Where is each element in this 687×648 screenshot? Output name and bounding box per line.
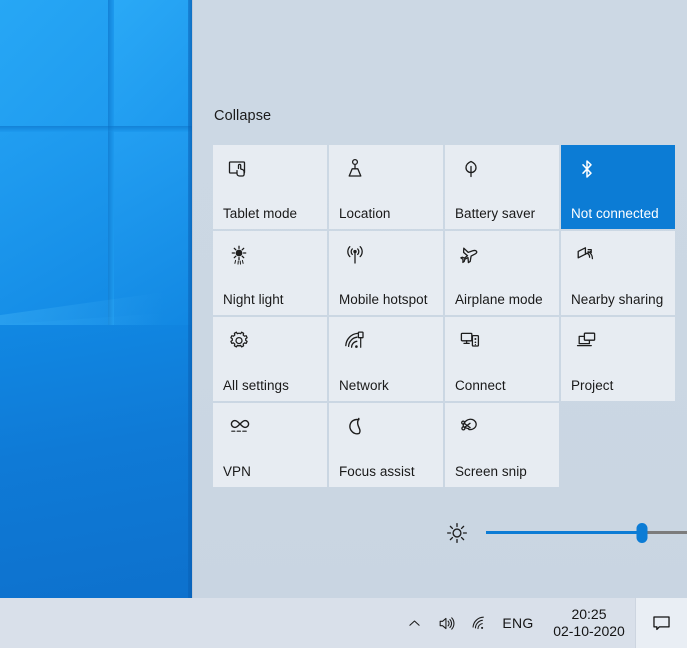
language-indicator[interactable]: ENG	[497, 598, 539, 648]
gear-icon	[227, 329, 251, 353]
quick-action-label: Battery saver	[455, 206, 555, 221]
bluetooth-icon	[575, 157, 599, 181]
project-icon	[575, 329, 599, 353]
quick-action-label: Night light	[223, 292, 323, 307]
clock[interactable]: 20:25 02-10-2020	[543, 606, 635, 640]
desktop-screen: Collapse Tablet mode	[0, 0, 687, 648]
quick-actions-grid: Tablet mode Location	[213, 145, 669, 487]
quick-action-bluetooth[interactable]: Not connected	[561, 145, 675, 229]
quick-action-label: Connect	[455, 378, 555, 393]
speaker-icon[interactable]	[429, 598, 463, 648]
quick-action-label: Focus assist	[339, 464, 439, 479]
quick-action-battery-saver[interactable]: Battery saver	[445, 145, 559, 229]
quick-action-all-settings[interactable]: All settings	[213, 317, 327, 401]
brightness-icon	[444, 520, 470, 546]
wallpaper-lower-area	[0, 325, 192, 598]
tablet-mode-icon	[227, 157, 251, 181]
quick-action-label: Tablet mode	[223, 206, 323, 221]
quick-action-label: Screen snip	[455, 464, 555, 479]
wifi-icon	[343, 329, 367, 353]
quick-action-connect[interactable]: Connect	[445, 317, 559, 401]
quick-action-vpn[interactable]: VPN	[213, 403, 327, 487]
screen-snip-icon	[459, 415, 483, 439]
quick-action-empty-slot	[561, 403, 675, 487]
quick-action-mobile-hotspot[interactable]: Mobile hotspot	[329, 231, 443, 315]
quick-action-label: Network	[339, 378, 439, 393]
quick-action-label: Project	[571, 378, 671, 393]
nearby-sharing-icon	[575, 243, 599, 267]
wallpaper-horizontal-seam	[0, 126, 192, 132]
brightness-slider-thumb[interactable]	[636, 523, 647, 543]
wallpaper-pane-top-right	[114, 0, 192, 126]
action-center-panel: Collapse Tablet mode	[192, 0, 687, 598]
quick-action-nearby-sharing[interactable]: Nearby sharing	[561, 231, 675, 315]
wallpaper-pane-top-left	[0, 0, 108, 126]
system-tray: ENG 20:25 02-10-2020	[399, 598, 687, 648]
quick-action-project[interactable]: Project	[561, 317, 675, 401]
collapse-row: Collapse	[214, 107, 271, 125]
quick-action-airplane-mode[interactable]: Airplane mode	[445, 231, 559, 315]
vpn-icon	[227, 415, 251, 439]
moon-icon	[343, 415, 367, 439]
quick-action-label: VPN	[223, 464, 323, 479]
brightness-slider-fill	[486, 531, 642, 534]
airplane-mode-icon	[459, 243, 483, 267]
quick-action-label: Airplane mode	[455, 292, 555, 307]
taskbar: ENG 20:25 02-10-2020	[0, 598, 687, 648]
connect-icon	[459, 329, 483, 353]
desktop-wallpaper	[0, 0, 192, 598]
quick-action-label: Mobile hotspot	[339, 292, 439, 307]
brightness-slider[interactable]	[486, 520, 669, 546]
language-label: ENG	[502, 615, 533, 631]
action-center-button[interactable]	[635, 598, 687, 648]
wifi-icon[interactable]	[463, 598, 497, 648]
brightness-control	[213, 510, 669, 556]
mobile-hotspot-icon	[343, 243, 367, 267]
night-light-icon	[227, 243, 251, 267]
battery-saver-icon	[459, 157, 483, 181]
quick-action-night-light[interactable]: Night light	[213, 231, 327, 315]
collapse-button[interactable]: Collapse	[214, 108, 271, 124]
quick-action-network[interactable]: Network	[329, 317, 443, 401]
quick-action-location[interactable]: Location	[329, 145, 443, 229]
quick-action-label: Location	[339, 206, 439, 221]
clock-time: 20:25	[571, 606, 606, 623]
quick-action-label: Nearby sharing	[571, 292, 671, 307]
quick-action-label: All settings	[223, 378, 323, 393]
quick-action-focus-assist[interactable]: Focus assist	[329, 403, 443, 487]
clock-date: 02-10-2020	[553, 623, 625, 640]
location-icon	[343, 157, 367, 181]
wallpaper-vertical-seam	[108, 0, 114, 340]
quick-action-tablet-mode[interactable]: Tablet mode	[213, 145, 327, 229]
quick-action-screen-snip[interactable]: Screen snip	[445, 403, 559, 487]
chevron-up-icon[interactable]	[399, 598, 429, 648]
quick-action-label: Not connected	[571, 206, 671, 221]
